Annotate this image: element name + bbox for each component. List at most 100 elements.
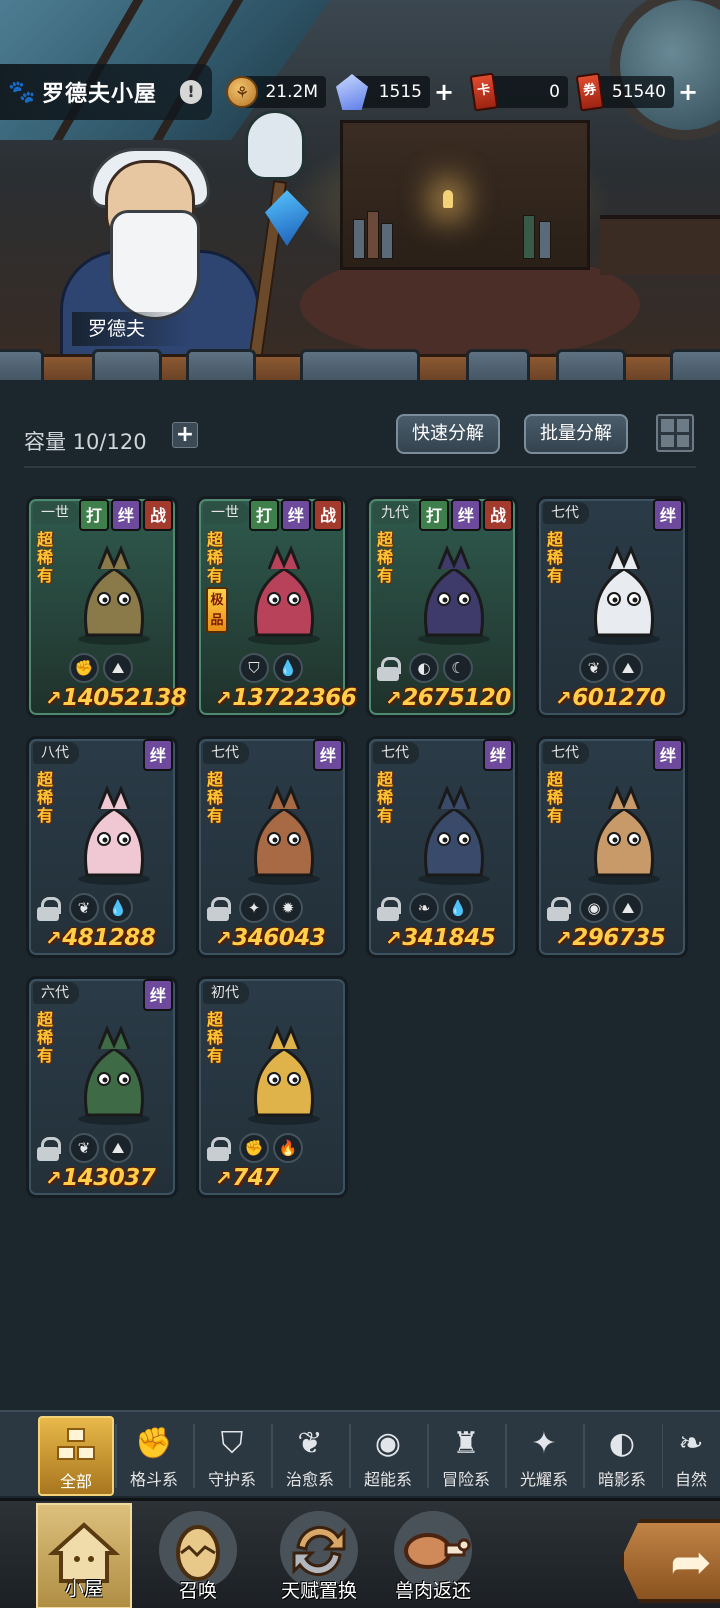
category-fighting[interactable]: ✊ 格斗系 <box>115 1416 192 1496</box>
info-button[interactable]: ! <box>180 80 202 104</box>
sprout-icon: ❦ <box>69 893 99 923</box>
trait-tag: 绊 <box>281 499 311 531</box>
muscle-icon: ↗ <box>555 686 572 710</box>
monster-card[interactable]: 八代绊超稀有 ❦ 💧 ↗481288 <box>26 736 178 958</box>
monster-card[interactable]: 一世打绊战超稀有 ✊ ⛰ ↗14052138 <box>26 496 187 718</box>
monster-card[interactable]: 初代超稀有 ✊ 🔥 ↗747 <box>196 976 348 1198</box>
category-all[interactable]: 全部 <box>38 1416 114 1496</box>
category-label: 冒险系 <box>441 1470 490 1489</box>
water-icon: 💧 <box>103 893 133 923</box>
power-number: 143037 <box>62 1165 156 1191</box>
quick-decompose-button[interactable]: 快速分解 <box>396 414 500 454</box>
attribute-icons: ◐ ☾ <box>409 653 473 683</box>
nav-hut[interactable]: 小屋 <box>36 1503 132 1608</box>
power-value: ↗143037 <box>45 1165 156 1191</box>
gold-value: 21.2M <box>265 82 318 102</box>
go-button[interactable]: ➦ <box>620 1519 720 1603</box>
crystal-add-button[interactable]: + <box>430 78 458 106</box>
wooden-beam <box>0 349 720 380</box>
monster-card[interactable]: 七代绊超稀有 ❧ 💧 ↗341845 <box>366 736 518 958</box>
category-label: 治愈系 <box>285 1470 334 1489</box>
trait-tag: 战 <box>313 499 343 531</box>
attribute-icons: ✊ 🔥 <box>239 1133 303 1163</box>
owl-icon <box>238 110 318 180</box>
generation-label: 初代 <box>203 982 249 1004</box>
lock-icon[interactable] <box>37 1137 61 1161</box>
muscle-icon: ↗ <box>215 926 232 950</box>
lock-icon[interactable] <box>377 657 401 681</box>
generation-label: 一世 <box>33 502 79 524</box>
category-label: 暗影系 <box>597 1470 646 1489</box>
lock-icon[interactable] <box>207 897 231 921</box>
lock-icon[interactable] <box>37 897 61 921</box>
monster-portrait <box>59 1019 169 1129</box>
lock-icon[interactable] <box>547 897 571 921</box>
monster-portrait <box>569 539 679 649</box>
grid-view-button[interactable] <box>656 414 694 452</box>
ticket-add-button[interactable]: + <box>674 78 702 106</box>
nav-label: 小屋 <box>64 1578 103 1600</box>
trait-tag: 打 <box>79 499 109 531</box>
fire-icon: 🔥 <box>273 1133 303 1163</box>
attribute-icons: ✦ ✹ <box>239 893 303 923</box>
trait-tag: 绊 <box>451 499 481 531</box>
dark-eye-icon: ◐ <box>409 653 439 683</box>
monster-card[interactable]: 一世打绊战超稀有 极品 ⛉ 💧 ↗13722366 <box>196 496 357 718</box>
monster-portrait <box>59 779 169 889</box>
monster-card[interactable]: 七代绊超稀有 ✦ ✹ ↗346043 <box>196 736 348 958</box>
star-compass-icon: ✦ <box>239 893 269 923</box>
power-value: ↗13722366 <box>215 685 357 711</box>
nav-label: 召唤 <box>178 1580 217 1602</box>
rarity-label: 超稀有 <box>207 1010 224 1065</box>
power-number: 296735 <box>572 925 666 951</box>
lock-icon[interactable] <box>377 897 401 921</box>
monster-portrait <box>59 539 169 649</box>
monster-card[interactable]: 九代打绊战超稀有 ◐ ☾ ↗2675120 <box>366 496 518 718</box>
shield-icon: ⛉ <box>239 653 269 683</box>
category-shadow[interactable]: ◐ 暗影系 <box>583 1416 660 1496</box>
attribute-icons: ⛉ 💧 <box>239 653 303 683</box>
fist-icon: ✊ <box>135 1426 173 1461</box>
monster-portrait <box>229 539 339 649</box>
ticket-resource: 券 51540 + <box>575 72 698 112</box>
batch-decompose-button[interactable]: 批量分解 <box>524 414 628 454</box>
paw-icon: 🐾 <box>8 80 36 105</box>
muscle-icon: ↗ <box>45 1166 62 1190</box>
trait-tag: 绊 <box>143 979 173 1011</box>
monster-card[interactable]: 七代绊超稀有 ◉ ⛰ ↗296735 <box>536 736 688 958</box>
category-psychic[interactable]: ◉ 超能系 <box>349 1416 426 1496</box>
capacity-label: 容量 10/120 <box>24 430 147 454</box>
category-guardian[interactable]: ⛉ 守护系 <box>193 1416 270 1496</box>
category-label: 自然 <box>674 1470 707 1489</box>
power-value: ↗346043 <box>215 925 326 951</box>
category-light[interactable]: ✦ 光耀系 <box>505 1416 582 1496</box>
trait-tags: 绊 <box>653 499 683 531</box>
power-value: ↗601270 <box>555 685 666 711</box>
power-number: 747 <box>232 1165 279 1191</box>
nav-talent-swap[interactable]: 天赋置换 <box>264 1503 374 1608</box>
category-adventure[interactable]: ♜ 冒险系 <box>427 1416 504 1496</box>
power-value: ↗747 <box>215 1165 279 1191</box>
nav-summon[interactable]: 召唤 <box>148 1503 248 1608</box>
monster-card[interactable]: 七代绊超稀有 ❦ ⛰ ↗601270 <box>536 496 688 718</box>
rarity-label: 超稀有 <box>377 530 394 585</box>
expand-capacity-button[interactable]: + <box>172 422 198 448</box>
generation-label: 九代 <box>373 502 419 524</box>
monster-card[interactable]: 六代绊超稀有 ❦ ⛰ ↗143037 <box>26 976 178 1198</box>
trait-tag: 打 <box>249 499 279 531</box>
attribute-icons: ❦ 💧 <box>69 893 133 923</box>
trait-tags: 绊 <box>313 739 343 771</box>
water-icon: 💧 <box>443 893 473 923</box>
lock-icon[interactable] <box>207 1137 231 1161</box>
category-healing[interactable]: ❦ 治愈系 <box>271 1416 348 1496</box>
trait-tags: 绊 <box>143 979 173 1011</box>
rarity-label: 超稀有 <box>207 530 224 585</box>
sprout-icon: ❦ <box>579 653 609 683</box>
divider <box>24 466 696 468</box>
category-nature[interactable]: ❧ 自然 <box>662 1416 720 1496</box>
storage-toolbar: 容量 10/120 + 快速分解 批量分解 <box>0 400 720 464</box>
attribute-icons: ❧ 💧 <box>409 893 473 923</box>
trait-tag: 绊 <box>111 499 141 531</box>
nav-meat-return[interactable]: 兽肉返还 <box>378 1503 488 1608</box>
potion-shelf <box>600 215 720 275</box>
